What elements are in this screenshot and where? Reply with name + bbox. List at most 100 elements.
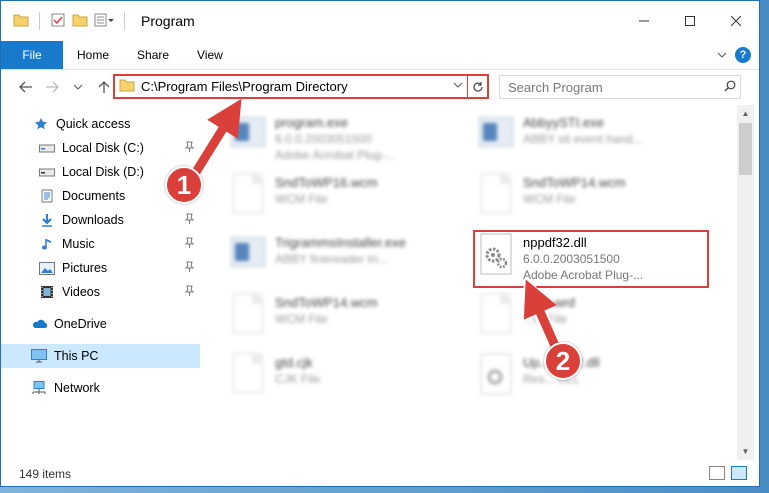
- status-bar: 149 items: [1, 461, 759, 486]
- minimize-button[interactable]: [621, 1, 667, 41]
- list-item[interactable]: AbbyySTI.exe ABBY sti event hand...: [477, 113, 717, 173]
- sidebar-item-downloads[interactable]: Downloads: [1, 208, 200, 232]
- customize-icon[interactable]: [94, 13, 114, 30]
- file-name: SndToWP16.wcm: [275, 175, 378, 190]
- step-badge-1: 1: [165, 166, 203, 204]
- scroll-down-icon[interactable]: ▼: [737, 443, 754, 460]
- tab-home[interactable]: Home: [63, 41, 123, 69]
- sidebar-item-label: Local Disk (D:): [62, 165, 144, 179]
- properties-icon[interactable]: [50, 12, 66, 31]
- list-item[interactable]: SndToWP14.wcm WCM File: [229, 293, 469, 353]
- window-title: Program: [141, 13, 195, 29]
- pin-icon[interactable]: [184, 261, 195, 275]
- list-item[interactable]: ...bic.wrd ...W File: [477, 293, 717, 353]
- document-icon: [229, 173, 269, 219]
- sidebar-item-label: Pictures: [62, 261, 108, 275]
- network-icon: [31, 381, 47, 395]
- search-input[interactable]: [508, 79, 720, 95]
- address-path[interactable]: C:\Program Files\Program Directory: [141, 79, 449, 94]
- sidebar-item-label: Videos: [62, 285, 100, 299]
- title-bar: Program: [1, 1, 759, 41]
- file-detail: ...W File: [523, 312, 567, 326]
- exe-icon: [229, 233, 269, 279]
- address-dropdown-icon[interactable]: [449, 81, 467, 92]
- sidebar-item-videos[interactable]: Videos: [1, 280, 200, 304]
- document-icon: [229, 353, 269, 399]
- sidebar-item-onedrive[interactable]: OneDrive: [1, 312, 200, 336]
- folder-icon: [13, 13, 29, 30]
- new-folder-icon[interactable]: [72, 13, 88, 30]
- tab-file[interactable]: File: [1, 41, 63, 69]
- expand-ribbon-icon[interactable]: [717, 48, 727, 62]
- search-icon[interactable]: [720, 80, 740, 95]
- pin-icon[interactable]: [184, 237, 195, 251]
- window-controls: [621, 1, 759, 41]
- tab-view[interactable]: View: [183, 41, 237, 69]
- list-item[interactable]: SndToWP14.wcm WCM File: [477, 173, 717, 233]
- star-icon: [33, 117, 49, 131]
- file-name: TrigrammsInstaller.exe: [275, 235, 406, 250]
- search-box[interactable]: [499, 75, 741, 99]
- list-item[interactable]: Up...ent42.dllRes... DLL: [477, 353, 717, 413]
- sidebar-item-this-pc[interactable]: This PC: [1, 344, 200, 368]
- toolbar-divider: [39, 12, 40, 30]
- back-button[interactable]: [13, 74, 39, 100]
- document-icon: [229, 293, 269, 339]
- sidebar-item-label: Quick access: [56, 117, 131, 131]
- sidebar-item-label: Downloads: [62, 213, 124, 227]
- pin-icon[interactable]: [184, 213, 195, 227]
- details-view-icon[interactable]: [709, 466, 725, 480]
- sidebar-item-local-disk-c[interactable]: Local Disk (C:): [1, 136, 200, 160]
- maximize-button[interactable]: [667, 1, 713, 41]
- file-detail: 6.0.0.2003051500: [275, 132, 372, 146]
- sidebar-item-music[interactable]: Music: [1, 232, 200, 256]
- file-detail: Adobe Acrobat Plug-...: [275, 148, 396, 162]
- scrollbar-thumb[interactable]: [739, 123, 752, 175]
- drive-icon: [39, 165, 55, 179]
- videos-icon: [39, 285, 55, 299]
- refresh-button[interactable]: [467, 76, 487, 97]
- documents-icon: [39, 189, 55, 203]
- vertical-scrollbar[interactable]: ▲ ▼: [737, 105, 754, 460]
- file-name: SndToWP14.wcm: [523, 175, 626, 190]
- list-item[interactable]: gtd.cjk CJK File: [229, 353, 469, 413]
- navigation-pane: Quick access Local Disk (C:) Local Disk …: [1, 105, 201, 460]
- file-detail: ABBY sti event hand...: [523, 132, 643, 146]
- sidebar-item-label: Network: [54, 381, 100, 395]
- tab-share[interactable]: Share: [123, 41, 183, 69]
- music-icon: [39, 237, 55, 251]
- list-item[interactable]: program.exe 6.0.0.2003051500 Adobe Acrobat…: [229, 113, 469, 173]
- list-item[interactable]: SndToWP16.wcm WCM File: [229, 173, 469, 233]
- file-name: program.exe: [275, 115, 348, 130]
- file-detail: ABBY finereader tri...: [275, 252, 388, 266]
- forward-button[interactable]: [39, 74, 65, 100]
- help-icon[interactable]: ?: [735, 47, 751, 63]
- exe-icon: [229, 113, 269, 159]
- file-detail: WCM File: [523, 192, 576, 206]
- file-name: ...bic.wrd: [523, 295, 576, 310]
- navigation-bar: C:\Program Files\Program Directory: [1, 71, 759, 103]
- quick-access-toolbar: Program: [1, 12, 195, 31]
- list-item[interactable]: TrigrammsInstaller.exe ABBY finereader tr…: [229, 233, 469, 293]
- sidebar-item-label: Documents: [62, 189, 126, 203]
- document-icon: [477, 293, 517, 339]
- scroll-up-icon[interactable]: ▲: [737, 105, 754, 122]
- file-name: gtd.cjk: [275, 355, 313, 370]
- large-icons-view-icon[interactable]: [731, 466, 747, 480]
- document-icon: [477, 173, 517, 219]
- sidebar-item-network[interactable]: Network: [1, 376, 200, 400]
- recent-locations-button[interactable]: [65, 74, 91, 100]
- exe-icon: [477, 113, 517, 159]
- sidebar-item-pictures[interactable]: Pictures: [1, 256, 200, 280]
- pin-icon[interactable]: [184, 285, 195, 299]
- sidebar-item-label: This PC: [54, 349, 99, 363]
- pin-icon[interactable]: [184, 141, 195, 155]
- sidebar-item-quick-access[interactable]: Quick access: [1, 112, 200, 136]
- file-name: SndToWP14.wcm: [275, 295, 378, 310]
- close-button[interactable]: [713, 1, 759, 41]
- file-detail: CJK File: [275, 372, 321, 386]
- onedrive-icon: [31, 317, 47, 331]
- address-bar[interactable]: C:\Program Files\Program Directory: [113, 74, 489, 99]
- toolbar-divider: [124, 12, 125, 30]
- this-pc-icon: [31, 349, 47, 363]
